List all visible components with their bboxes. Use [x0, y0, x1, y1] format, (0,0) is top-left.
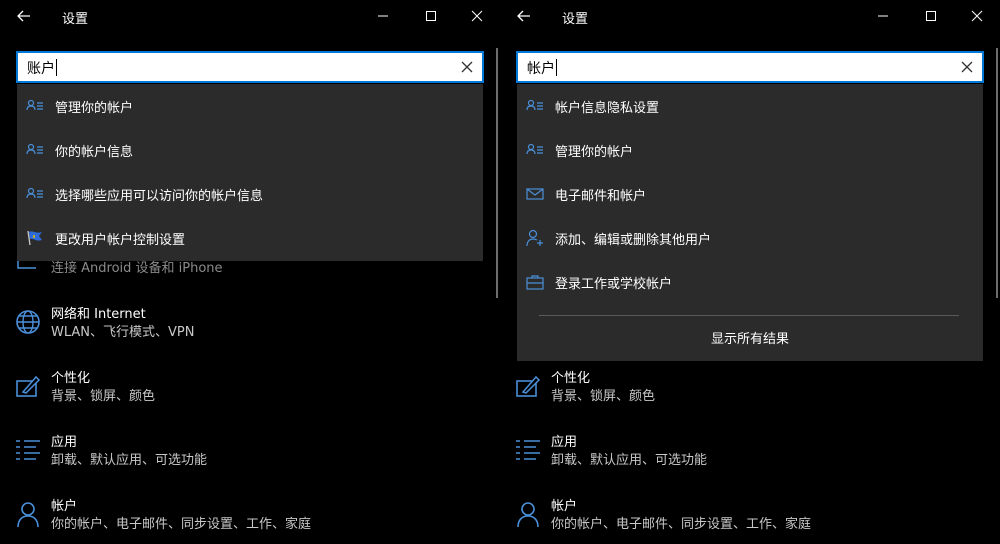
person-list-icon: [26, 143, 43, 155]
person-list-icon: [26, 99, 43, 111]
close-button[interactable]: [954, 0, 1000, 32]
maximize-button[interactable]: [408, 0, 454, 32]
minimize-icon: [378, 15, 388, 17]
search-input[interactable]: 帐户: [516, 51, 984, 83]
category-title: 帐户: [51, 499, 78, 514]
briefcase-icon: [526, 275, 544, 290]
text-caret: [56, 59, 57, 76]
person-add-icon: [526, 229, 543, 247]
minimize-icon: [878, 15, 888, 17]
maximize-icon: [926, 11, 936, 21]
suggestion-item[interactable]: 添加、编辑或删除其他用户: [517, 216, 983, 260]
category-subtitle: 背景、锁屏、颜色: [51, 389, 156, 404]
brush-icon: [516, 375, 541, 397]
scrollbar[interactable]: [996, 48, 998, 298]
category-accounts[interactable]: 帐户 你的帐户、电子邮件、同步设置、工作、家庭: [0, 494, 500, 544]
category-subtitle: 背景、锁屏、颜色: [551, 389, 656, 404]
settings-window-left: 设置 连接 Android 设备和 iPhone 网络和 Internet WL…: [0, 0, 500, 544]
apps-list-icon: [16, 440, 40, 460]
back-arrow-icon: [17, 10, 30, 22]
close-icon: [471, 10, 483, 22]
search-suggestions: 帐户信息隐私设置 管理你的帐户 电子邮件和帐户 添加、编辑或删除其他用户 登录工…: [517, 84, 983, 361]
suggestion-item[interactable]: 管理你的帐户: [517, 128, 983, 172]
divider: [539, 315, 959, 316]
category-personalization[interactable]: 个性化 背景、锁屏、颜色: [0, 366, 500, 418]
clear-search-icon[interactable]: [960, 60, 974, 74]
suggestion-item[interactable]: 你的帐户信息: [17, 128, 483, 172]
close-button[interactable]: [454, 0, 500, 32]
suggestion-item[interactable]: 帐户信息隐私设置: [517, 84, 983, 128]
person-icon: [517, 502, 539, 528]
category-subtitle: 你的帐户、电子邮件、同步设置、工作、家庭: [551, 517, 812, 532]
window-title: 设置: [62, 12, 89, 27]
scrollbar[interactable]: [496, 48, 498, 298]
person-list-icon: [26, 187, 43, 199]
suggestion-item[interactable]: 登录工作或学校帐户: [517, 260, 983, 304]
flag-icon: [27, 230, 42, 246]
minimize-button[interactable]: [860, 0, 906, 32]
suggestion-item[interactable]: 电子邮件和帐户: [517, 172, 983, 216]
category-apps[interactable]: 应用 卸载、默认应用、可选功能: [500, 430, 1000, 482]
title-bar: 设置: [500, 0, 1000, 32]
minimize-button[interactable]: [360, 0, 406, 32]
category-apps[interactable]: 应用 卸载、默认应用、可选功能: [0, 430, 500, 482]
suggestion-item[interactable]: 选择哪些应用可以访问你的帐户信息: [17, 172, 483, 216]
mail-icon: [526, 188, 544, 200]
suggestion-label: 你的帐户信息: [55, 145, 134, 160]
person-list-icon: [526, 143, 543, 155]
category-subtitle: WLAN、飞行模式、VPN: [51, 325, 195, 340]
category-title: 个性化: [51, 371, 91, 386]
person-list-icon: [526, 99, 543, 111]
clear-search-icon[interactable]: [460, 60, 474, 74]
person-icon: [17, 502, 39, 528]
settings-window-right: 设置 个性化 背景、锁屏、颜色 应用 卸载、默认应用、可选功能 帐户 你的帐户、…: [500, 0, 1000, 544]
suggestion-label: 帐户信息隐私设置: [555, 101, 660, 116]
category-network[interactable]: 网络和 Internet WLAN、飞行模式、VPN: [0, 302, 500, 354]
suggestion-label: 管理你的帐户: [55, 101, 134, 116]
globe-icon: [16, 310, 40, 334]
suggestion-label: 管理你的帐户: [555, 145, 634, 160]
category-personalization[interactable]: 个性化 背景、锁屏、颜色: [500, 366, 1000, 418]
suggestion-label: 添加、编辑或删除其他用户: [555, 233, 712, 248]
suggestion-label: 选择哪些应用可以访问你的帐户信息: [55, 189, 264, 204]
category-title: 帐户: [551, 499, 578, 514]
suggestion-label: 更改用户帐户控制设置: [55, 233, 186, 248]
show-all-results-link[interactable]: 显示所有结果: [517, 328, 983, 347]
maximize-icon: [426, 11, 436, 21]
category-accounts[interactable]: 帐户 你的帐户、电子邮件、同步设置、工作、家庭: [500, 494, 1000, 544]
category-title: 网络和 Internet: [51, 307, 146, 322]
apps-list-icon: [516, 440, 540, 460]
suggestion-item[interactable]: 更改用户帐户控制设置: [17, 216, 483, 260]
category-subtitle: 卸载、默认应用、可选功能: [551, 453, 708, 468]
search-value: 账户: [27, 59, 57, 77]
maximize-button[interactable]: [908, 0, 954, 32]
suggestion-label: 电子邮件和帐户: [555, 189, 647, 204]
search-input[interactable]: 账户: [16, 51, 484, 83]
category-title: 个性化: [551, 371, 591, 386]
back-button[interactable]: [510, 4, 538, 28]
title-bar: 设置: [0, 0, 500, 32]
window-title: 设置: [562, 12, 589, 27]
back-button[interactable]: [10, 4, 38, 28]
text-caret: [556, 59, 557, 76]
back-arrow-icon: [517, 10, 530, 22]
search-value: 帐户: [527, 59, 557, 77]
close-icon: [971, 10, 983, 22]
category-title: 应用: [551, 435, 578, 450]
search-suggestions: 管理你的帐户 你的帐户信息 选择哪些应用可以访问你的帐户信息 更改用户帐户控制设…: [17, 84, 483, 261]
suggestion-label: 登录工作或学校帐户: [555, 277, 673, 292]
brush-icon: [16, 375, 41, 397]
suggestion-item[interactable]: 管理你的帐户: [17, 84, 483, 128]
category-subtitle: 你的帐户、电子邮件、同步设置、工作、家庭: [51, 517, 312, 532]
category-subtitle: 卸载、默认应用、可选功能: [51, 453, 208, 468]
category-title: 应用: [51, 435, 78, 450]
